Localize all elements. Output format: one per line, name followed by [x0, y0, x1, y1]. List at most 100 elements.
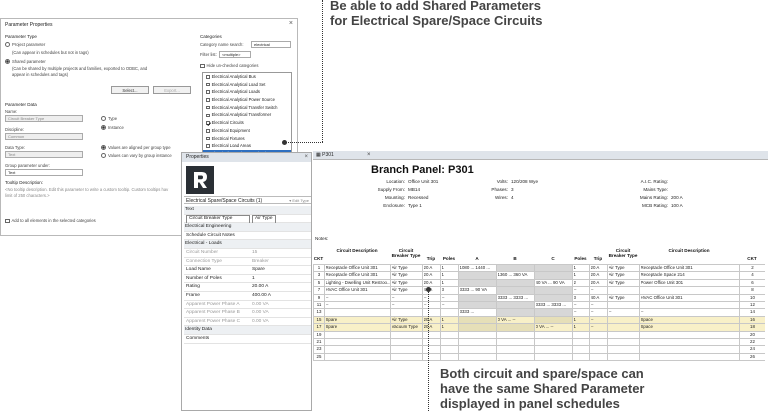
checkbox-icon[interactable] — [206, 113, 210, 118]
table-cell[interactable] — [498, 286, 534, 293]
table-cell[interactable] — [326, 338, 390, 345]
table-cell[interactable]: 7 — [315, 286, 324, 293]
table-cell[interactable]: 3 — [315, 271, 324, 278]
category-item[interactable]: Electrical Analytical Bus — [203, 73, 291, 81]
table-cell[interactable]: 1080 ... 1440 ... — [460, 264, 496, 271]
select-button[interactable]: Select... — [111, 86, 149, 94]
category-item[interactable]: Electrical Analytical Load Set — [203, 81, 291, 89]
table-cell[interactable]: Receptacle Office Unit 301 — [641, 264, 739, 271]
table-cell[interactable]: 20 A — [591, 264, 607, 271]
table-cell[interactable]: 1360 ... 360 VA — [498, 271, 534, 278]
table-cell[interactable]: Spare — [326, 316, 390, 323]
checkbox-icon[interactable] — [206, 136, 210, 141]
table-cell[interactable]: 26 — [741, 353, 765, 360]
table-cell[interactable]: 1 — [442, 323, 458, 330]
table-cell[interactable]: Air Type — [392, 271, 422, 278]
checkbox-checked-icon[interactable] — [206, 121, 210, 125]
category-item[interactable]: Electrical Analytical Loads — [203, 88, 291, 96]
table-cell[interactable]: -- — [442, 301, 458, 308]
discipline-select[interactable]: Common — [5, 133, 83, 140]
table-cell[interactable]: 2 — [741, 264, 765, 271]
table-cell[interactable]: 1 — [442, 264, 458, 271]
table-cell[interactable]: 2 — [574, 279, 589, 286]
table-cell[interactable]: -- — [591, 323, 607, 330]
table-cell[interactable]: Space — [641, 323, 739, 330]
table-cell[interactable] — [641, 286, 739, 293]
table-cell[interactable]: 5 — [315, 279, 324, 286]
table-cell[interactable] — [574, 331, 589, 338]
table-cell[interactable] — [424, 308, 440, 315]
table-cell[interactable]: -- — [424, 301, 440, 308]
property-group-header[interactable]: Electrical - Loads — [184, 240, 311, 249]
table-cell[interactable]: Air Type — [609, 294, 639, 301]
table-cell[interactable] — [536, 294, 572, 301]
table-cell[interactable] — [460, 338, 496, 345]
property-value[interactable]: Spare — [252, 266, 265, 275]
table-cell[interactable] — [392, 338, 422, 345]
property-row[interactable]: Frame 400.00 A — [184, 292, 311, 301]
table-cell[interactable]: -- — [591, 308, 607, 315]
table-cell[interactable]: 3333 ... — [460, 308, 496, 315]
table-cell[interactable]: -- — [424, 294, 440, 301]
table-cell[interactable]: -- — [326, 294, 390, 301]
checkbox-icon[interactable] — [206, 144, 210, 148]
table-cell[interactable]: 1 — [442, 271, 458, 278]
table-cell[interactable] — [460, 294, 496, 301]
table-cell[interactable] — [442, 353, 458, 360]
table-cell[interactable]: 6 — [741, 279, 765, 286]
table-cell[interactable] — [609, 301, 639, 308]
table-cell[interactable] — [574, 338, 589, 345]
close-icon[interactable]: × — [367, 151, 371, 160]
table-cell[interactable]: 16 — [741, 316, 765, 323]
table-cell[interactable]: 11 — [315, 301, 324, 308]
table-cell[interactable]: 1 — [442, 316, 458, 323]
table-cell[interactable] — [498, 301, 534, 308]
table-cell[interactable]: -- — [574, 286, 589, 293]
table-cell[interactable] — [536, 264, 572, 271]
property-row[interactable]: Apparent Power Phase C 0.00 VA — [184, 318, 311, 327]
table-cell[interactable]: Lighting - Dwelling Unit Restroo... — [326, 279, 390, 286]
table-cell[interactable] — [442, 345, 458, 352]
type-selector[interactable]: Electrical Spare/Space Circuits (1) ▾ Ed… — [184, 196, 311, 204]
property-value[interactable]: 20.00 A — [252, 283, 268, 292]
table-cell[interactable] — [609, 345, 639, 352]
table-cell[interactable] — [442, 338, 458, 345]
table-cell[interactable]: 3333 ... 3333 ... — [536, 301, 572, 308]
table-cell[interactable]: 4 — [741, 271, 765, 278]
category-item[interactable]: Electrical Circuits — [203, 119, 291, 127]
table-cell[interactable]: 20 A — [424, 264, 440, 271]
table-cell[interactable] — [424, 345, 440, 352]
table-cell[interactable] — [460, 271, 496, 278]
table-cell[interactable]: 17 — [315, 323, 324, 330]
table-cell[interactable]: 0 VA ... -- — [498, 316, 534, 323]
table-cell[interactable] — [498, 264, 534, 271]
add-all-checkbox[interactable]: Add to all elements in the selected cate… — [5, 218, 96, 224]
category-item[interactable]: Electrical Analytical Transformer — [203, 111, 291, 119]
table-cell[interactable] — [424, 353, 440, 360]
table-cell[interactable]: Receptacle Office Unit 301 — [326, 264, 390, 271]
table-cell[interactable]: -- — [574, 308, 589, 315]
table-cell[interactable] — [460, 353, 496, 360]
table-cell[interactable]: 20 A — [424, 279, 440, 286]
table-cell[interactable]: 1 — [315, 264, 324, 271]
table-cell[interactable] — [326, 308, 390, 315]
table-cell[interactable]: -- — [326, 301, 390, 308]
aligned-radio[interactable]: Values are aligned per group type — [101, 145, 171, 151]
table-cell[interactable] — [460, 301, 496, 308]
table-cell[interactable]: Power Office Unit 301 — [641, 279, 739, 286]
datatype-select[interactable]: Text — [5, 151, 83, 158]
table-cell[interactable] — [536, 316, 572, 323]
table-cell[interactable]: Air Type — [609, 264, 639, 271]
type-radio[interactable]: Type — [101, 116, 117, 122]
table-cell[interactable] — [424, 338, 440, 345]
table-cell[interactable] — [591, 331, 607, 338]
close-icon[interactable]: × — [289, 20, 293, 27]
table-cell[interactable] — [536, 308, 572, 315]
table-cell[interactable] — [392, 308, 422, 315]
property-value[interactable]: 400.00 A — [252, 292, 271, 301]
table-cell[interactable]: 1 — [574, 271, 589, 278]
category-item[interactable]: Electrical Fixtures — [203, 135, 291, 143]
property-row[interactable]: Rating 20.00 A — [184, 283, 311, 292]
table-cell[interactable] — [498, 279, 534, 286]
table-cell[interactable]: 23 — [315, 345, 324, 352]
